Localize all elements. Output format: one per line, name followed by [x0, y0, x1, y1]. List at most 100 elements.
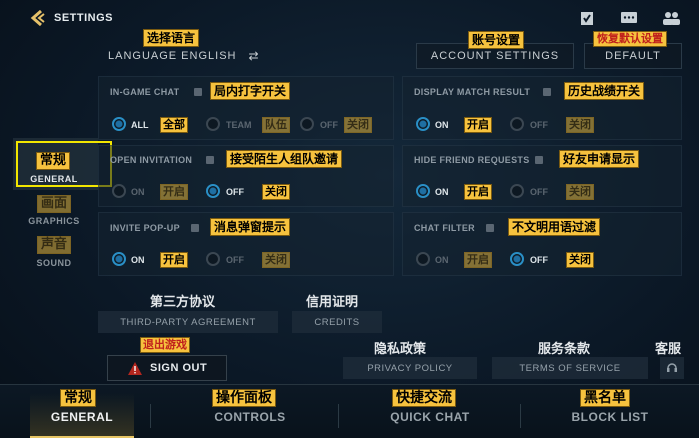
tab-divider	[338, 404, 339, 428]
credits-label: CREDITS	[314, 316, 360, 328]
tab-controls-tag: 操作面板	[212, 389, 276, 407]
support-cn: 客服	[655, 342, 682, 357]
page-title: SETTINGS	[54, 12, 114, 24]
invite-popup-label: INVITE POP-UP	[110, 223, 180, 233]
radio-chat-off[interactable]	[300, 117, 314, 131]
match-on-tag: 开启	[464, 117, 492, 133]
radio-friend-off[interactable]	[510, 184, 524, 198]
invite-popup-tag: 消息弹窗提示	[210, 218, 291, 236]
tab-quick-chat[interactable]: QUICK CHAT	[380, 410, 480, 424]
friends-icon[interactable]	[662, 10, 680, 26]
privacy-label: PRIVACY POLICY	[367, 362, 453, 374]
sign-out-tag: 退出游戏	[140, 337, 190, 353]
language-tag: 选择语言	[143, 29, 200, 47]
radio-match-off[interactable]	[510, 117, 524, 131]
popup-off-label: OFF	[226, 255, 244, 265]
terms-cn: 服务条款	[538, 342, 591, 357]
radio-filter-off[interactable]	[510, 252, 524, 266]
back-arrow-icon[interactable]	[30, 10, 46, 26]
chat-off-tag: 关闭	[344, 117, 372, 133]
info-icon[interactable]	[191, 224, 199, 232]
support-button[interactable]	[660, 357, 684, 379]
radio-match-on[interactable]	[416, 117, 430, 131]
swap-icon: ⇄	[248, 49, 260, 63]
third-party-label: THIRD-PARTY AGREEMENT	[120, 316, 256, 328]
friend-on-tag: 开启	[464, 184, 492, 200]
invitation-off-tag: 关闭	[262, 184, 290, 200]
invitation-on-tag: 开启	[160, 184, 188, 200]
nav-graphics[interactable]: GRAPHICS	[22, 216, 86, 226]
in-game-chat-label: IN-GAME CHAT	[110, 87, 180, 97]
invitation-off-label: OFF	[226, 187, 244, 197]
info-icon[interactable]	[535, 156, 543, 164]
friend-off-label: OFF	[530, 187, 548, 197]
chat-team-tag: 队伍	[262, 117, 290, 133]
filter-off-label: OFF	[530, 255, 548, 265]
credits-button[interactable]: CREDITS	[292, 311, 382, 333]
friend-on-label: ON	[435, 187, 449, 197]
tab-quick-chat-tag: 快捷交流	[392, 389, 456, 407]
info-icon[interactable]	[543, 88, 551, 96]
account-tag: 账号设置	[468, 31, 525, 49]
radio-invitation-off[interactable]	[206, 184, 220, 198]
radio-filter-on[interactable]	[416, 252, 430, 266]
match-on-label: ON	[435, 120, 449, 130]
tab-general[interactable]: GENERAL	[40, 410, 124, 424]
chat-all-tag: 全部	[160, 117, 188, 133]
radio-popup-on[interactable]	[112, 252, 126, 266]
nav-general[interactable]: GENERAL	[24, 174, 84, 184]
chat-filter-label: CHAT FILTER	[414, 223, 475, 233]
display-match-tag: 历史战绩开关	[564, 82, 645, 100]
tab-divider	[150, 404, 151, 428]
privacy-button[interactable]: PRIVACY POLICY	[343, 357, 477, 379]
radio-chat-team[interactable]	[206, 117, 220, 131]
popup-on-tag: 开启	[160, 252, 188, 268]
chat-all-label: ALL	[131, 120, 149, 130]
chat-filter-tag: 不文明用语过滤	[508, 218, 601, 236]
terms-label: TERMS OF SERVICE	[519, 362, 621, 374]
tab-general-tag: 常规	[60, 389, 96, 407]
account-settings-label: ACCOUNT SETTINGS	[430, 50, 560, 62]
open-invitation-tag: 接受陌生人组队邀请	[226, 150, 343, 168]
third-party-button[interactable]: THIRD-PARTY AGREEMENT	[98, 311, 278, 333]
filter-on-tag: 开启	[464, 252, 492, 268]
hide-friend-tag: 好友申请显示	[559, 150, 640, 168]
credits-cn: 信用证明	[306, 295, 359, 310]
nav-general-tag: 常规	[36, 152, 71, 170]
in-game-chat-tag: 局内打字开关	[210, 82, 291, 100]
nav-sound-tag: 声音	[37, 236, 72, 254]
sign-out-label: SIGN OUT	[150, 362, 208, 374]
nav-graphics-tag: 画面	[37, 195, 72, 213]
popup-on-label: ON	[131, 255, 145, 265]
chat-off-label: OFF	[320, 120, 338, 130]
radio-chat-all[interactable]	[112, 117, 126, 131]
chat-icon[interactable]	[620, 10, 638, 26]
info-icon[interactable]	[486, 224, 494, 232]
default-tag: 恢复默认设置	[593, 31, 667, 47]
info-icon[interactable]	[206, 156, 214, 164]
privacy-cn: 隐私政策	[374, 342, 427, 357]
default-label: DEFAULT	[605, 50, 661, 62]
info-icon[interactable]	[194, 88, 202, 96]
nav-sound[interactable]: SOUND	[24, 258, 84, 268]
third-party-cn: 第三方协议	[150, 295, 216, 310]
popup-off-tag: 关闭	[262, 252, 290, 268]
warning-icon	[128, 361, 142, 375]
mission-icon[interactable]	[578, 10, 596, 26]
match-off-tag: 关闭	[566, 117, 594, 133]
radio-invitation-on[interactable]	[112, 184, 126, 198]
invitation-on-label: ON	[131, 187, 145, 197]
friend-off-tag: 关闭	[566, 184, 594, 200]
radio-popup-off[interactable]	[206, 252, 220, 266]
match-off-label: OFF	[530, 120, 548, 130]
terms-button[interactable]: TERMS OF SERVICE	[492, 357, 648, 379]
tab-block-list-tag: 黑名单	[580, 389, 630, 407]
tab-block-list[interactable]: BLOCK LIST	[560, 410, 660, 424]
filter-on-label: ON	[435, 255, 449, 265]
tab-divider	[520, 404, 521, 428]
chat-team-label: TEAM	[226, 120, 252, 130]
tab-controls[interactable]: CONTROLS	[200, 410, 300, 424]
sign-out-button[interactable]: SIGN OUT	[107, 355, 227, 381]
headset-icon	[667, 363, 677, 372]
radio-friend-on[interactable]	[416, 184, 430, 198]
